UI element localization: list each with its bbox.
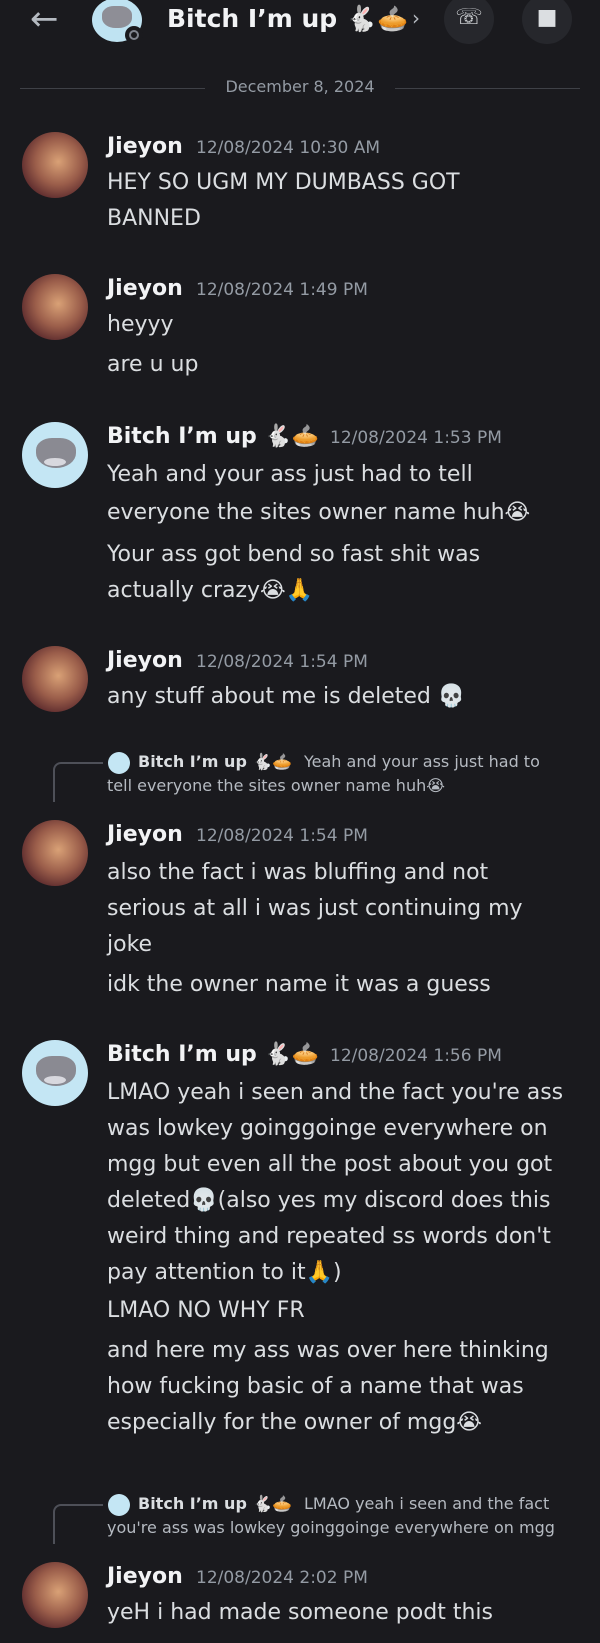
message-line: BANNED: [107, 206, 201, 231]
avatar[interactable]: [22, 132, 88, 198]
message-line: joke: [107, 932, 153, 957]
reply-avatar: [108, 752, 130, 774]
video-call-button[interactable]: ■: [522, 0, 572, 44]
message-author[interactable]: Jieyon: [107, 822, 183, 847]
message-author[interactable]: Jieyon: [107, 648, 183, 673]
message-line: LMAO yeah i seen and the fact you're ass: [107, 1080, 564, 1105]
message-line: yeH i had made someone podt this: [107, 1600, 493, 1625]
message-author[interactable]: Jieyon: [107, 276, 183, 301]
message: Jieyon 12/08/2024 2:02 PM yeH i had made…: [0, 1560, 600, 1643]
phone-call-icon: ☏: [455, 5, 483, 30]
avatar[interactable]: [22, 274, 88, 340]
message-author[interactable]: Bitch I’m up 🐇🥧: [107, 424, 319, 449]
message-timestamp: 12/08/2024 1:54 PM: [196, 826, 368, 846]
reply-text: Yeah and your ass just had to: [304, 752, 540, 771]
arrow-left-icon[interactable]: ←: [30, 2, 70, 38]
message-line: idk the owner name it was a guess: [107, 972, 491, 997]
message-timestamp: 12/08/2024 1:56 PM: [330, 1046, 502, 1066]
message-timestamp: 12/08/2024 1:54 PM: [196, 652, 368, 672]
message: Jieyon 12/08/2024 10:30 AM HEY SO UGM MY…: [0, 130, 600, 240]
reply-text: tell everyone the sites owner name huh😭: [107, 776, 445, 795]
divider-line: [395, 88, 580, 89]
message-timestamp: 12/08/2024 1:53 PM: [330, 428, 502, 448]
chat-header: ← Bitch I’m up 🐇🥧 › ☏ ■: [0, 0, 600, 50]
message-line: especially for the owner of mgg😭: [107, 1410, 482, 1435]
message-line: HEY SO UGM MY DUMBASS GOT: [107, 170, 460, 195]
reply-author[interactable]: Bitch I’m up 🐇🥧: [138, 1494, 292, 1513]
message: Bitch I’m up 🐇🥧 12/08/2024 1:53 PM Yeah …: [0, 420, 600, 620]
reply-preview[interactable]: Bitch I’m up 🐇🥧 LMAO yeah i seen and the…: [0, 1494, 600, 1554]
message-line: was lowkey goinggoinge everywhere on: [107, 1116, 548, 1141]
chevron-right-icon[interactable]: ›: [412, 6, 420, 30]
avatar[interactable]: [22, 422, 88, 488]
video-camera-icon: ■: [536, 5, 558, 30]
message-line: any stuff about me is deleted 💀: [107, 684, 466, 709]
reply-author[interactable]: Bitch I’m up 🐇🥧: [138, 752, 292, 771]
message: Jieyon 12/08/2024 1:54 PM any stuff abou…: [0, 644, 600, 724]
message-author[interactable]: Bitch I’m up 🐇🥧: [107, 1042, 319, 1067]
message: Bitch I’m up 🐇🥧 12/08/2024 1:56 PM LMAO …: [0, 1038, 600, 1458]
reply-avatar: [108, 1494, 130, 1516]
message-line: mgg but even all the post about you got: [107, 1152, 553, 1177]
message-author[interactable]: Jieyon: [107, 1564, 183, 1589]
message: Jieyon 12/08/2024 1:54 PM also the fact …: [0, 818, 600, 1018]
message-line: everyone the sites owner name huh😭: [107, 500, 531, 525]
message-author[interactable]: Jieyon: [107, 134, 183, 159]
message-line: Your ass got bend so fast shit was: [107, 542, 481, 567]
avatar[interactable]: [22, 1562, 88, 1628]
message-line: actually crazy😭🙏: [107, 578, 314, 603]
date-divider: December 8, 2024: [20, 77, 580, 96]
channel-title[interactable]: Bitch I’m up 🐇🥧: [167, 4, 408, 34]
message-line: LMAO NO WHY FR: [107, 1298, 305, 1323]
message-line: Yeah and your ass just had to tell: [107, 462, 473, 487]
reply-preview[interactable]: Bitch I’m up 🐇🥧 Yeah and your ass just h…: [0, 752, 600, 812]
message-line: how fucking basic of a name that was: [107, 1374, 524, 1399]
reply-spine: [53, 1504, 103, 1544]
message-line: deleted💀(also yes my discord does this: [107, 1188, 551, 1213]
divider-line: [20, 88, 205, 89]
message-timestamp: 12/08/2024 10:30 AM: [196, 138, 381, 158]
reply-text: you're ass was lowkey goinggoinge everyw…: [107, 1518, 555, 1537]
call-button[interactable]: ☏: [444, 0, 494, 44]
message-timestamp: 12/08/2024 2:02 PM: [196, 1568, 368, 1588]
message-line: are u up: [107, 352, 199, 377]
avatar[interactable]: [22, 820, 88, 886]
message-line: and here my ass was over here thinking: [107, 1338, 549, 1363]
message: Jieyon 12/08/2024 1:49 PM heyyy are u up: [0, 272, 600, 382]
reply-text: LMAO yeah i seen and the fact: [304, 1494, 550, 1513]
reply-spine: [53, 762, 103, 802]
message-line: also the fact i was bluffing and not: [107, 860, 489, 885]
avatar[interactable]: [22, 1040, 88, 1106]
message-line: pay attention to it🙏): [107, 1260, 342, 1285]
message-line: heyyy: [107, 312, 174, 337]
avatar[interactable]: [22, 646, 88, 712]
divider-date: December 8, 2024: [225, 77, 375, 96]
offline-status-icon: [125, 26, 143, 44]
message-line: serious at all i was just continuing my: [107, 896, 523, 921]
message-timestamp: 12/08/2024 1:49 PM: [196, 280, 368, 300]
message-line: weird thing and repeated ss words don't: [107, 1224, 551, 1249]
